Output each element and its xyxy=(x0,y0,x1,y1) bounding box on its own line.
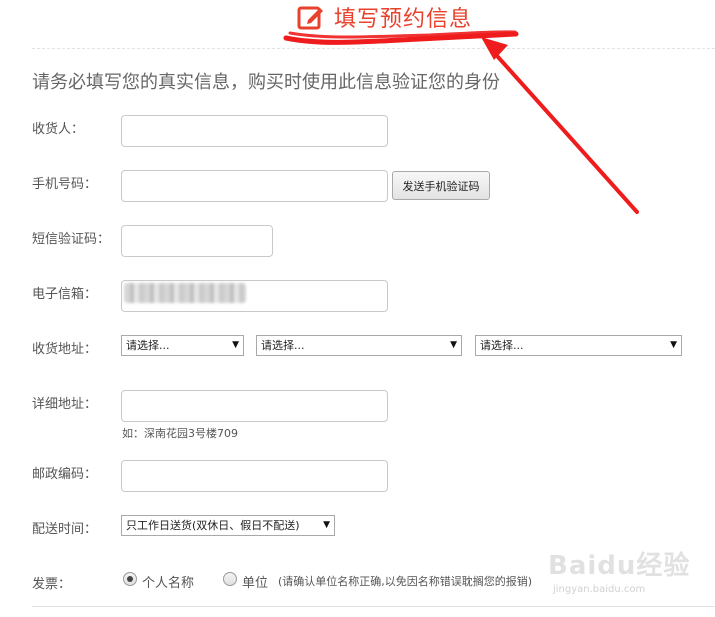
address-label: 收货地址： xyxy=(32,342,98,357)
detail-address-label: 详细地址： xyxy=(32,397,98,412)
invoice-company-radio[interactable] xyxy=(223,572,237,586)
city-select-value: 请选择... xyxy=(261,339,305,352)
district-select[interactable]: 请选择... ▼ xyxy=(475,335,682,356)
postal-code-input[interactable] xyxy=(121,460,388,492)
email-label: 电子信箱： xyxy=(32,287,98,302)
watermark-logo: Baidu经验 xyxy=(548,551,691,581)
sms-code-label: 短信验证码： xyxy=(32,232,111,247)
detail-address-input[interactable] xyxy=(121,390,388,422)
divider xyxy=(32,48,715,49)
page-header: 填写预约信息 xyxy=(296,2,472,32)
delivery-time-select[interactable]: 只工作日送货(双休日、假日不配送) ▼ xyxy=(121,515,335,536)
edit-icon xyxy=(297,6,323,30)
invoice-company-label[interactable]: 单位 xyxy=(242,572,268,591)
dropdown-arrow-icon: ▼ xyxy=(323,520,330,530)
invoice-personal-radio[interactable] xyxy=(123,572,137,586)
recipient-label: 收货人： xyxy=(32,122,85,137)
delivery-time-label: 配送时间： xyxy=(32,522,98,537)
postal-code-label: 邮政编码： xyxy=(32,467,98,482)
invoice-label: 发票： xyxy=(32,577,72,592)
province-select-value: 请选择... xyxy=(126,339,170,352)
delivery-time-select-value: 只工作日送货(双休日、假日不配送) xyxy=(126,519,300,532)
phone-input[interactable] xyxy=(121,170,388,202)
dropdown-arrow-icon: ▼ xyxy=(232,340,239,350)
district-select-value: 请选择... xyxy=(480,339,524,352)
notice-text: 请务必填写您的真实信息，购买时使用此信息验证您的身份 xyxy=(32,72,500,93)
phone-label: 手机号码： xyxy=(32,177,98,192)
dropdown-arrow-icon: ▼ xyxy=(670,340,677,350)
detail-address-hint: 如：深南花园3号楼709 xyxy=(122,427,238,440)
city-select[interactable]: 请选择... ▼ xyxy=(256,335,462,356)
province-select[interactable]: 请选择... ▼ xyxy=(121,335,244,356)
page-title: 填写预约信息 xyxy=(334,7,473,32)
invoice-note: (请确认单位名称正确,以免因名称错误耽搁您的报销) xyxy=(278,575,533,588)
recipient-input[interactable] xyxy=(121,115,388,147)
divider xyxy=(32,606,715,607)
blurred-email-value xyxy=(124,283,246,303)
invoice-personal-label[interactable]: 个人名称 xyxy=(142,572,194,591)
send-sms-code-button[interactable]: 发送手机验证码 xyxy=(392,171,490,200)
watermark-url: jingyan.baidu.com xyxy=(553,584,646,595)
dropdown-arrow-icon: ▼ xyxy=(450,340,457,350)
sms-code-input[interactable] xyxy=(121,225,273,257)
